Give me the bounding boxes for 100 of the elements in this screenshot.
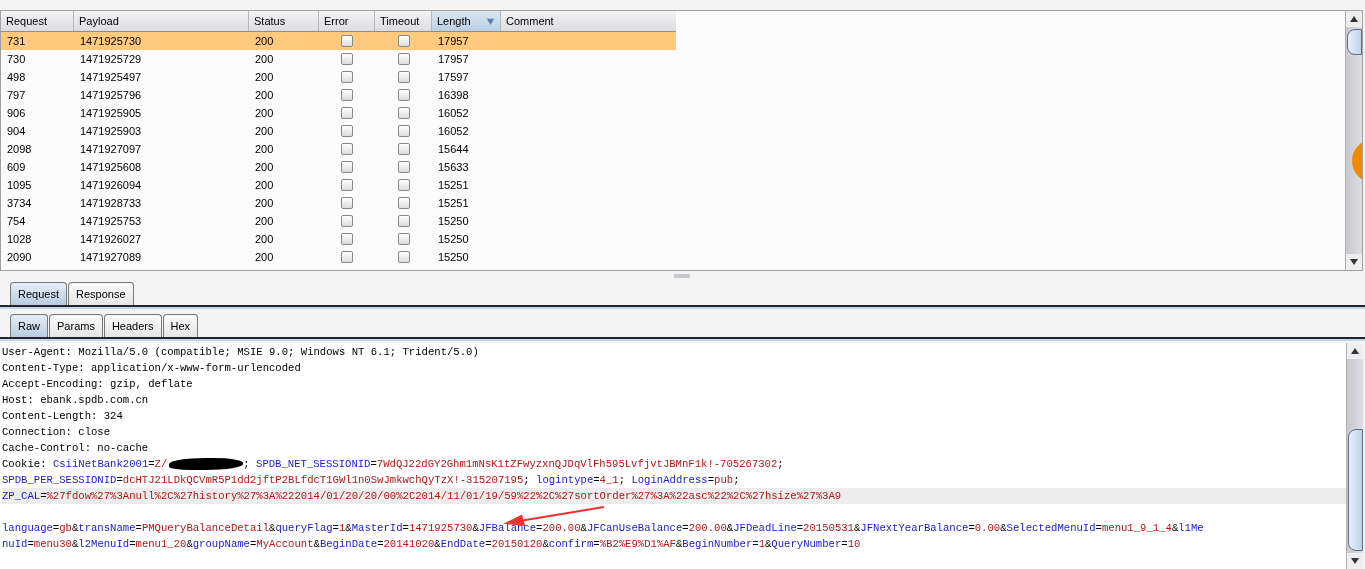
table-row[interactable]: 906 1471925905 200 16052 (1, 104, 676, 122)
table-row[interactable]: 731 1471925730 200 17957 (1, 32, 676, 50)
checkbox[interactable] (341, 251, 353, 263)
tab[interactable]: Params (49, 314, 103, 337)
parameter-value: Z/ (154, 458, 168, 470)
table-row[interactable]: 754 1471925753 200 15250 (1, 212, 676, 230)
checkbox[interactable] (397, 107, 410, 119)
column-header[interactable]: Payload (74, 11, 249, 31)
table-row[interactable]: 904 1471925903 200 16052 (1, 122, 676, 140)
table-row[interactable]: 2098 1471927097 200 15644 (1, 140, 676, 158)
scroll-up-icon[interactable] (1346, 11, 1362, 27)
code-text: = (52, 522, 60, 534)
checkbox[interactable] (341, 161, 353, 173)
checkbox[interactable] (397, 179, 410, 191)
tab[interactable]: Request (10, 282, 67, 305)
code-text: & (580, 522, 587, 534)
checkbox[interactable] (341, 107, 353, 119)
table-cell-text: 200 (254, 89, 275, 101)
checkbox[interactable] (341, 53, 353, 65)
checkbox[interactable] (341, 233, 353, 245)
column-header[interactable]: Comment (501, 11, 676, 31)
table-row[interactable]: 730 1471925729 200 17957 (1, 50, 676, 68)
parameter-name: MasterId (351, 522, 403, 534)
parameter-name: CsiiNetBank2001 (52, 458, 149, 470)
table-row[interactable]: 1028 1471926027 200 15250 (1, 230, 676, 248)
table-row[interactable]: 797 1471925796 200 16398 (1, 86, 676, 104)
scroll-down-icon[interactable] (1347, 553, 1363, 569)
code-text: & (269, 522, 276, 534)
table-cell-text: 200 (254, 143, 275, 155)
parameter-name: groupName (192, 538, 250, 550)
code-text: = (116, 474, 123, 486)
code-text: User-Agent: Mozilla/5.0 (compatible; MSIE 9.0; Windows NT 6.1; Trident/5.0) (2, 346, 479, 358)
checkbox[interactable] (397, 71, 410, 83)
tab[interactable]: Raw (10, 314, 48, 337)
code-text: = (841, 538, 848, 550)
table-row[interactable]: 2090 1471927089 200 15250 (1, 248, 676, 266)
checkbox[interactable] (397, 161, 410, 173)
table-cell-text: 200 (254, 251, 275, 263)
checkbox[interactable] (397, 197, 410, 209)
checkbox[interactable] (341, 35, 353, 47)
table-row[interactable]: 498 1471925497 200 17597 (1, 68, 676, 86)
raw-editor[interactable] (0, 343, 1363, 569)
code-text: & (434, 538, 441, 550)
code-text: = (682, 522, 689, 534)
code-text: = (129, 538, 136, 550)
checkbox[interactable] (341, 215, 353, 227)
scroll-thumb[interactable] (1347, 29, 1362, 55)
table-cell-text: 906 (6, 107, 27, 119)
checkbox[interactable] (397, 143, 410, 155)
code-text: = (485, 538, 492, 550)
table-cell-text: 1471925730 (79, 35, 143, 47)
code-text: = (536, 522, 543, 534)
table-cell-text: 200 (254, 107, 275, 119)
checkbox[interactable] (397, 35, 410, 47)
parameter-name: transName (78, 522, 136, 534)
code-text: = (402, 522, 409, 534)
column-header[interactable]: Length (432, 11, 501, 31)
table-cell-text: 1471925497 (79, 71, 143, 83)
checkbox[interactable] (341, 71, 353, 83)
tab[interactable]: Hex (162, 314, 199, 337)
parameter-name: SPDB_NET_SESSIONID (256, 458, 371, 470)
scrollbar[interactable] (1345, 11, 1362, 270)
checkbox[interactable] (397, 233, 410, 245)
scroll-thumb[interactable] (1348, 429, 1363, 551)
checkbox[interactable] (341, 143, 353, 155)
column-header[interactable]: Status (249, 11, 319, 31)
parameter-value: menu1_20 (135, 538, 187, 550)
table-cell-text: 731 (6, 35, 27, 47)
table-row[interactable]: 3734 1471928733 200 15251 (1, 194, 676, 212)
tab[interactable]: Headers (103, 314, 162, 337)
table-cell-text: 2098 (6, 143, 33, 155)
checkbox[interactable] (341, 89, 353, 101)
parameter-name: EndDate (440, 538, 486, 550)
checkbox[interactable] (397, 89, 410, 101)
code-text: = (707, 474, 715, 486)
table-row[interactable]: 1095 1471926094 200 15251 (1, 176, 676, 194)
code-text: Connection: close (2, 426, 111, 438)
scroll-down-icon[interactable] (1346, 254, 1362, 270)
table-cell-text: 3734 (6, 197, 33, 209)
checkbox[interactable] (341, 125, 353, 137)
scrollbar[interactable] (1346, 343, 1363, 569)
code-text: = (40, 490, 47, 502)
scroll-up-icon[interactable] (1347, 343, 1363, 359)
parameter-value: 1471925730 (408, 522, 473, 534)
table-row[interactable]: 609 1471925608 200 15633 (1, 158, 676, 176)
column-header[interactable]: Request (1, 11, 74, 31)
checkbox[interactable] (341, 179, 353, 191)
parameter-name: BeginDate (319, 538, 378, 550)
checkbox[interactable] (397, 53, 410, 65)
parameter-name: JFBalance (478, 522, 537, 534)
checkbox[interactable] (397, 125, 410, 137)
checkbox[interactable] (341, 197, 353, 209)
tab[interactable]: Response (68, 282, 134, 305)
checkbox[interactable] (397, 215, 410, 227)
checkbox[interactable] (397, 251, 410, 263)
parameter-name: confirm (548, 538, 594, 550)
table-cell-text: 904 (6, 125, 27, 137)
column-header[interactable]: Error (319, 11, 375, 31)
parameter-name: ZP_CAL (2, 490, 41, 502)
splitter-handle[interactable] (674, 274, 690, 278)
